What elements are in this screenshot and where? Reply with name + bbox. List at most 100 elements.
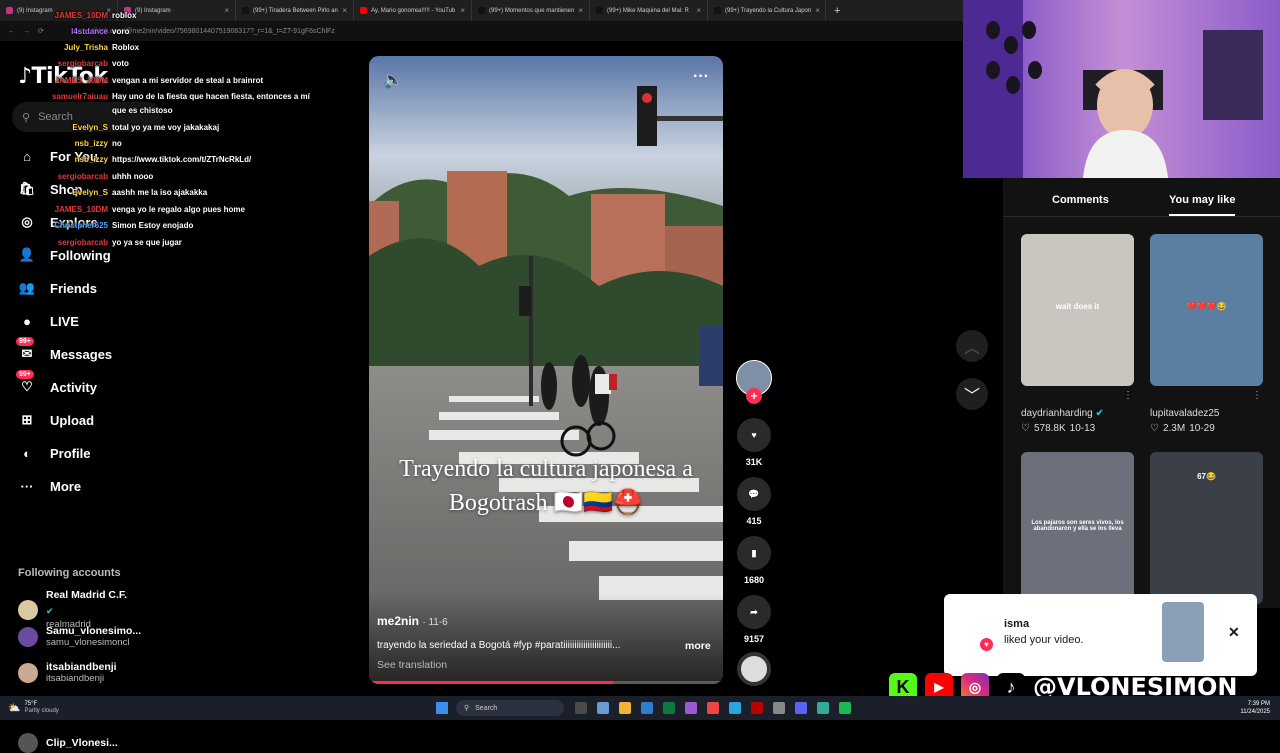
save-button[interactable]: ▮ 1680 (734, 536, 774, 585)
card-username[interactable]: lupitavaladez25 (1150, 408, 1220, 419)
nav-item-messages[interactable]: ✉ 99+ Messages (16, 337, 112, 366)
chat-username: JAMES_10DM (54, 76, 108, 85)
recommended-video-card[interactable]: Los pajaros son seres vivos, los abandon… (1021, 452, 1134, 604)
account-handle: itsabiandbenji (46, 673, 105, 684)
browser-tab[interactable]: (99+) Mike Maquina del Mal: R × (590, 0, 708, 21)
tab-you-may-like[interactable]: You may like (1169, 194, 1236, 216)
recommended-video-card[interactable]: ❤️❤️❤️😂 (1150, 234, 1263, 386)
browser-tab[interactable]: (99+) Tiradera Between Pirlo an × (236, 0, 354, 21)
video-player[interactable]: 🔈 ··· Trayendo la cultura japonesa a Bog… (369, 56, 723, 684)
nav-item-profile[interactable]: ◐ Profile (18, 441, 90, 465)
chat-username: JAMES_10DM (54, 11, 108, 20)
browser-tab-bar: (9) Instagram × (9) Instagram × (99+) Tirade… (0, 0, 963, 21)
account-name: Clip_Vlonesi... (46, 737, 118, 749)
share-button[interactable]: ➦ 9157 (734, 595, 774, 644)
comment-button[interactable]: 💬 415 (734, 477, 774, 526)
weather-widget[interactable]: ⛅ 75°F Partly cloudy (8, 701, 98, 715)
creator-avatar-button[interactable]: + (734, 360, 774, 404)
taskbar-app-icon[interactable] (751, 702, 763, 714)
following-account[interactable]: itsabiandbenji itsabiandbenji (18, 661, 117, 684)
following-account[interactable]: Samu_vlonesimo... samu_vlonesimoncl (18, 625, 141, 648)
taskbar-app-icon[interactable] (773, 702, 785, 714)
nav-item-label: Following (50, 247, 111, 263)
tab-close-icon[interactable]: × (224, 6, 229, 15)
taskbar-app-icon[interactable] (685, 702, 697, 714)
like-button[interactable]: ♥ 31K (734, 418, 774, 467)
tab-favicon-icon (6, 7, 13, 14)
recommended-video-card[interactable]: 67😂 (1150, 452, 1263, 604)
avatar (18, 662, 38, 683)
tab-close-icon[interactable]: × (696, 6, 701, 15)
nav-item-more[interactable]: ··· More (18, 474, 82, 498)
recommended-video-card[interactable]: wait does it (1021, 234, 1134, 386)
taskbar-app-icon[interactable] (795, 702, 807, 714)
taskbar-app-icon[interactable] (619, 702, 631, 714)
tab-label: (9) Instagram (135, 7, 171, 14)
taskbar-app-icon[interactable] (839, 702, 851, 714)
taskbar-app-icon[interactable] (663, 702, 675, 714)
weather-desc: Partly cloudy (24, 708, 59, 714)
next-video-button[interactable]: ﹀ (956, 378, 988, 410)
card-overlay-text: ❤️❤️❤️😂 (1186, 302, 1227, 311)
see-translation-link[interactable]: See translation (377, 659, 447, 671)
video-more-options-icon[interactable]: ··· (693, 68, 709, 86)
nav-item-upload[interactable]: ⊞ Upload (18, 408, 95, 432)
chat-text: no (112, 139, 122, 148)
close-icon[interactable]: ✕ (1228, 624, 1240, 641)
webcam-overlay (963, 0, 1280, 178)
chat-message: samuelr7aiuau Hay uno de la fiesta que ha… (20, 91, 310, 103)
tab-close-icon[interactable]: × (578, 6, 583, 15)
volume-icon[interactable]: 🔈 (383, 70, 403, 90)
previous-video-button[interactable]: ︿ (956, 330, 988, 362)
taskbar-clock[interactable]: 7:39 PM 11/24/2025 (1240, 700, 1270, 716)
follow-plus-icon[interactable]: + (746, 388, 762, 404)
nav-item-activity[interactable]: ♡ 99+ Activity (16, 370, 97, 399)
more-link[interactable]: more (685, 640, 711, 652)
tab-close-icon[interactable]: × (460, 6, 465, 15)
taskbar-app-icon[interactable] (575, 702, 587, 714)
nav-item-friends[interactable]: 👥 Friends (18, 276, 97, 300)
chat-message: l4stdance voro (20, 26, 129, 38)
taskbar-app-icon[interactable] (707, 702, 719, 714)
card-more-icon[interactable]: ⋮ (1123, 390, 1133, 401)
friends-icon: 👥 (18, 280, 36, 295)
video-author[interactable]: me2nin (377, 614, 419, 628)
chat-text: vengan a mi servidor de steal a brainrot (112, 76, 264, 85)
chat-text: Hay uno de la fiesta que hacen fiesta, e… (112, 92, 310, 101)
tab-comments[interactable]: Comments (1052, 194, 1109, 216)
back-icon[interactable]: ← (8, 28, 15, 35)
nav-item-label: LIVE (50, 313, 79, 329)
notification-thumbnail (1162, 602, 1204, 662)
chat-message: sergiobarcab yo ya se que jugar (20, 237, 182, 249)
video-progress-track[interactable] (369, 681, 723, 684)
taskbar-app-icon[interactable] (729, 702, 741, 714)
card-username[interactable]: daydrianharding ✔ (1021, 408, 1104, 419)
sound-disc-button[interactable] (734, 652, 774, 686)
address-bar[interactable]: ← → ⟳ tiktok.com/@me2nin/video/756980144… (0, 21, 963, 41)
taskbar-app-icon[interactable] (641, 702, 653, 714)
messages-icon: ✉ 99+ (16, 337, 36, 363)
following-account[interactable]: Clip_Vlonesi... (18, 733, 118, 753)
chat-username: samuelr7aiuau (51, 92, 108, 101)
nav-item-live[interactable]: ● LIVE (18, 309, 79, 333)
taskbar-app-icon[interactable] (597, 702, 609, 714)
notification-toast[interactable]: ♥ isma liked your video. ✕ (944, 594, 1257, 676)
video-description: trayendo la seriedad a Bogotá #fyp #para… (377, 640, 621, 651)
following-account[interactable]: Real Madrid C.F. ✔ realmadrid (18, 589, 127, 630)
browser-tab[interactable]: (99+) Momentos que mantienen × (472, 0, 590, 21)
browser-tab[interactable]: Ay, Mario gonorrea!!!!! - YouTub × (354, 0, 472, 21)
windows-start-icon[interactable] (436, 702, 448, 714)
chat-text: que es chistoso (112, 106, 173, 115)
new-tab-icon[interactable]: + (834, 5, 840, 17)
chat-text: voro (112, 27, 130, 36)
heart-outline-icon: ♡ (1150, 423, 1159, 434)
taskbar-app-icon[interactable] (817, 702, 829, 714)
video-caption-overlay: Trayendo la cultura japonesa a Bogotrash… (369, 452, 723, 520)
chevron-up-icon: ︿ (963, 340, 980, 357)
like-count: 31K (745, 457, 763, 467)
tab-close-icon[interactable]: × (815, 6, 820, 15)
browser-tab[interactable]: (99+) Trayendo la Cultura Japon × (708, 0, 826, 21)
card-more-icon[interactable]: ⋮ (1252, 390, 1262, 401)
taskbar-search[interactable]: ⚲ Search (456, 700, 564, 716)
tab-close-icon[interactable]: × (342, 6, 347, 15)
